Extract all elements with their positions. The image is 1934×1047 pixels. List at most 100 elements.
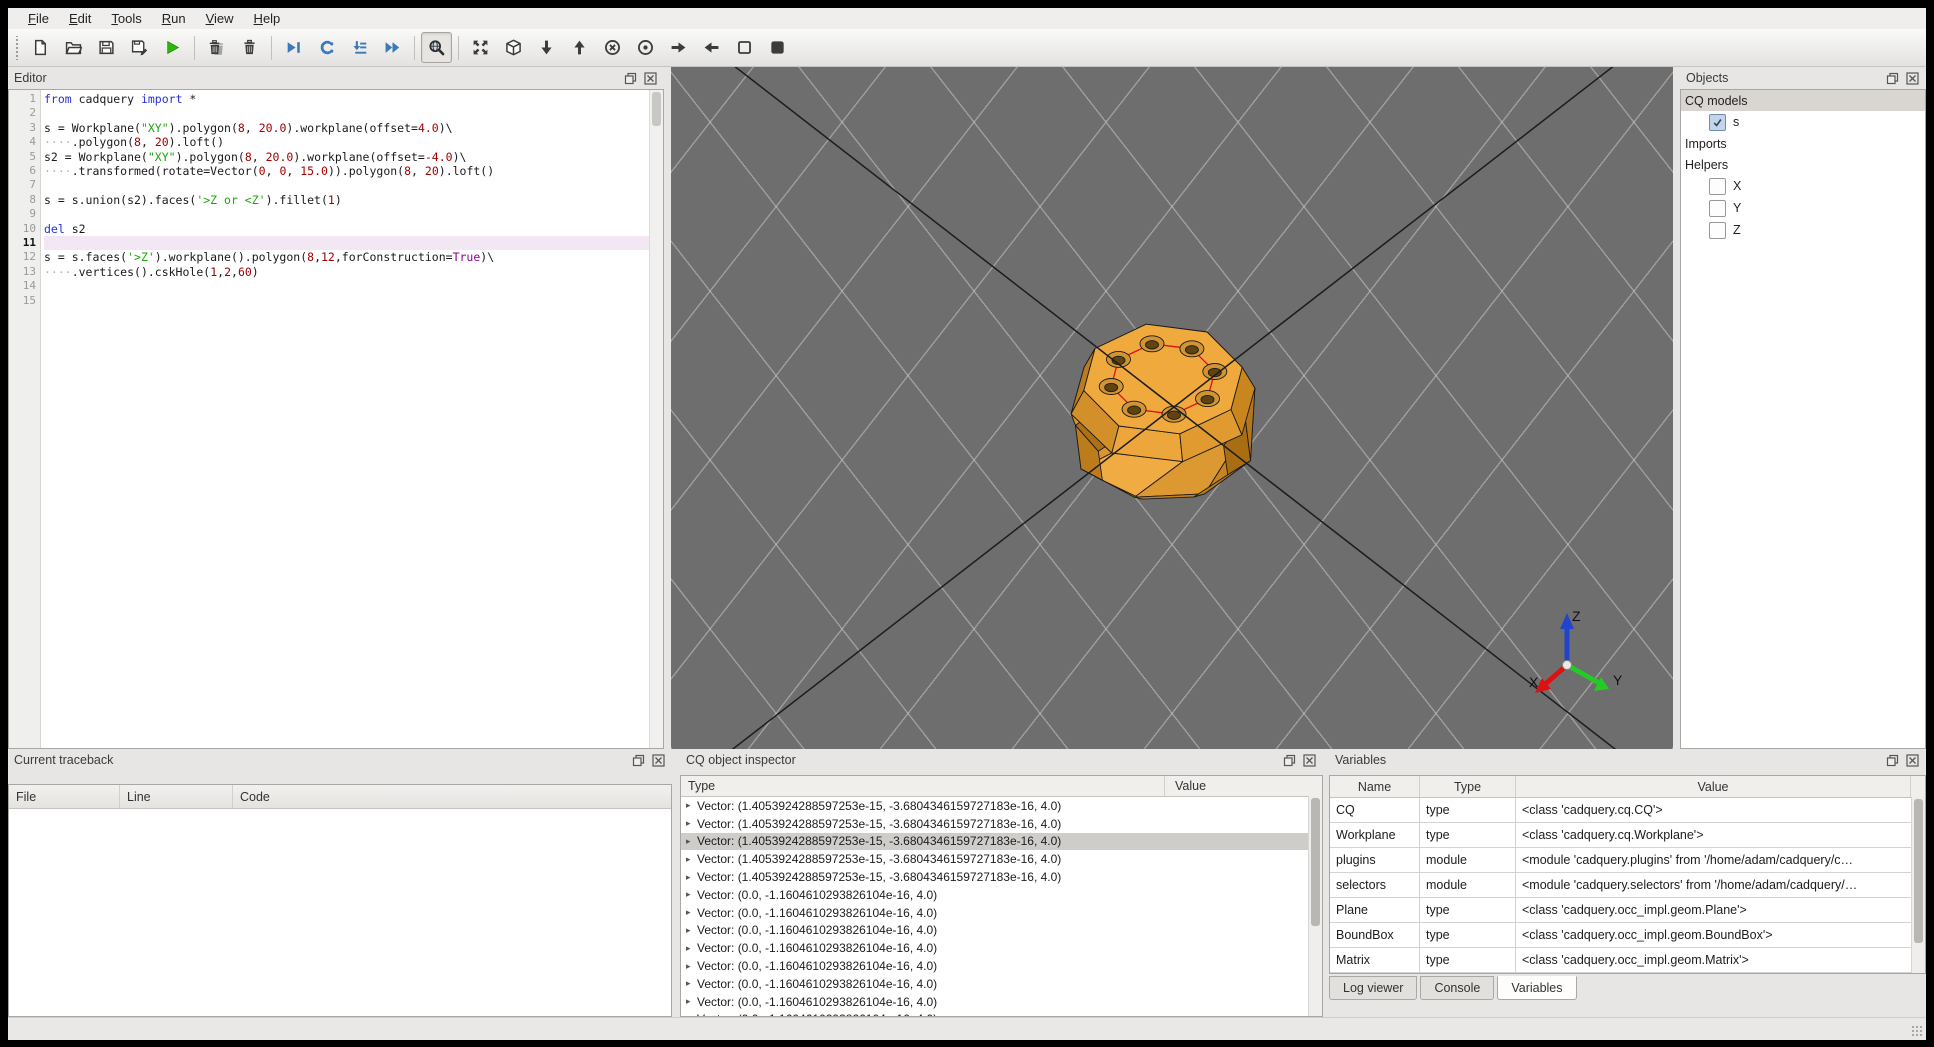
variables-column-value[interactable]: Value: [1516, 776, 1911, 797]
tree-item-y[interactable]: Y: [1681, 197, 1925, 219]
tree-item-x[interactable]: X: [1681, 175, 1925, 197]
checkbox-unchecked[interactable]: [1709, 199, 1726, 217]
code-line[interactable]: 11: [9, 236, 649, 251]
inspector-row[interactable]: ▸ Vector: (1.4053924288597253e-15, -3.680…: [681, 868, 1322, 886]
code-line[interactable]: 3 s = Workplane("XY").polygon(8, 20.0).wo…: [9, 121, 649, 135]
menu-help[interactable]: Help: [244, 9, 291, 28]
splitter[interactable]: [664, 67, 671, 749]
front-view-button[interactable]: [597, 32, 628, 63]
code-line[interactable]: 7: [9, 178, 649, 192]
expand-arrow-icon[interactable]: ▸: [686, 943, 697, 954]
tab-log-viewer[interactable]: Log viewer: [1329, 976, 1418, 1000]
inspector-row[interactable]: ▸ Vector: (1.4053924288597253e-15, -3.680…: [681, 797, 1322, 815]
splitter[interactable]: [1673, 67, 1680, 749]
tree-item-s[interactable]: s: [1681, 111, 1925, 133]
code-line[interactable]: 13 ····.vertices().cskHole(1,2,60): [9, 265, 649, 279]
bottom-view-button[interactable]: [564, 32, 595, 63]
float-icon[interactable]: [1885, 753, 1900, 768]
right-view-button[interactable]: [663, 32, 694, 63]
code-line[interactable]: 6 ····.transformed(rotate=Vector(0, 0, 15…: [9, 164, 649, 178]
checkbox-unchecked[interactable]: [1709, 177, 1726, 195]
variables-column-type[interactable]: Type: [1420, 776, 1516, 797]
inspector-row[interactable]: ▸Vector: (0.0, -1.1604610293826104e-16, …: [681, 939, 1322, 957]
left-view-button[interactable]: [696, 32, 727, 63]
variable-row-plane[interactable]: Plane type <class 'cadquery.occ_impl.geom.…: [1330, 898, 1925, 923]
close-icon[interactable]: [643, 71, 658, 86]
expand-arrow-icon[interactable]: ▸: [686, 961, 697, 972]
top-view-button[interactable]: [531, 32, 562, 63]
inspector-row[interactable]: ▸Vector: (0.0, -1.1604610293826104e-16, …: [681, 975, 1322, 993]
tree-item-z[interactable]: Z: [1681, 219, 1925, 241]
variables-scrollbar[interactable]: [1911, 797, 1925, 973]
inspector-row[interactable]: ▸Vector: (0.0, -1.1604610293826104e-16, …: [681, 886, 1322, 904]
tab-variables[interactable]: Variables: [1497, 976, 1577, 1000]
toolbar-handle[interactable]: [14, 35, 20, 60]
inspector-row[interactable]: ▸ Vector: (1.4053924288597253e-15, -3.680…: [681, 815, 1322, 833]
variable-row-boundbox[interactable]: BoundBox type <class 'cadquery.occ_impl.ge…: [1330, 923, 1925, 948]
open-file-button[interactable]: [58, 32, 89, 63]
close-icon[interactable]: [1302, 753, 1317, 768]
fit-view-button[interactable]: [465, 32, 496, 63]
code-line[interactable]: 1 from cadquery import *: [9, 92, 649, 106]
float-icon[interactable]: [623, 71, 638, 86]
inspector-scrollbar[interactable]: [1308, 796, 1322, 1016]
menu-file[interactable]: File: [18, 9, 59, 28]
tree-group-imports[interactable]: Imports: [1681, 133, 1925, 154]
expand-arrow-icon[interactable]: ▸: [686, 854, 697, 865]
step-into-button[interactable]: [344, 32, 375, 63]
code-editor[interactable]: 1 from cadquery import * 2 3 s = Workplane(…: [8, 89, 664, 749]
inspector-row[interactable]: ▸Vector: (0.0, -1.1604610293826104e-16, …: [681, 1011, 1322, 1016]
resize-grip[interactable]: [1911, 1025, 1923, 1037]
expand-arrow-icon[interactable]: ▸: [686, 800, 697, 811]
traceback-column-line[interactable]: Line: [120, 785, 233, 808]
continue-button[interactable]: [377, 32, 408, 63]
expand-arrow-icon[interactable]: ▸: [686, 1014, 697, 1016]
editor-scrollbar[interactable]: [649, 90, 663, 748]
expand-arrow-icon[interactable]: ▸: [686, 818, 697, 829]
code-line[interactable]: 9: [9, 207, 649, 221]
variable-row-selectors[interactable]: selectors module <module 'cadquery.selecto…: [1330, 873, 1925, 898]
variables-column-name[interactable]: Name: [1330, 776, 1420, 797]
close-icon[interactable]: [651, 753, 666, 768]
screenshot-button[interactable]: [421, 32, 452, 63]
expand-arrow-icon[interactable]: ▸: [686, 978, 697, 989]
inspector-row[interactable]: ▸Vector: (0.0, -1.1604610293826104e-16, …: [681, 993, 1322, 1011]
traceback-column-file[interactable]: File: [9, 785, 120, 808]
iso-view-button[interactable]: [498, 32, 529, 63]
back-view-button[interactable]: [630, 32, 661, 63]
tab-console[interactable]: Console: [1420, 976, 1495, 1000]
expand-arrow-icon[interactable]: ▸: [686, 907, 697, 918]
menu-edit[interactable]: Edit: [59, 9, 101, 28]
checkbox-unchecked[interactable]: [1709, 221, 1726, 239]
wireframe-button[interactable]: [729, 32, 760, 63]
inspector-row[interactable]: ▸ Vector: (1.4053924288597253e-15, -3.680…: [681, 832, 1322, 851]
variable-row-workplane[interactable]: Workplane type <class 'cadquery.cq.Workpla…: [1330, 823, 1925, 848]
save-button[interactable]: [91, 32, 122, 63]
code-line[interactable]: 15: [9, 294, 649, 308]
menu-tools[interactable]: Tools: [101, 9, 151, 28]
inspector-column-type[interactable]: Type: [681, 776, 1165, 796]
delete-button[interactable]: [201, 32, 232, 63]
close-icon[interactable]: [1905, 71, 1920, 86]
delete-all-button[interactable]: [234, 32, 265, 63]
inspector-row[interactable]: ▸ Vector: (1.4053924288597253e-15, -3.680…: [681, 850, 1322, 868]
render-button[interactable]: [157, 32, 188, 63]
tree-group-helpers[interactable]: Helpers: [1681, 154, 1925, 175]
step-button[interactable]: [311, 32, 342, 63]
expand-arrow-icon[interactable]: ▸: [686, 836, 697, 847]
code-line[interactable]: 8 s = s.union(s2).faces('>Z or <Z').fille…: [9, 193, 649, 207]
inspector-row[interactable]: ▸Vector: (0.0, -1.1604610293826104e-16, …: [681, 957, 1322, 975]
inspector-column-value[interactable]: Value: [1165, 776, 1322, 796]
code-line[interactable]: 5 s2 = Workplane("XY").polygon(8, 20.0).w…: [9, 150, 649, 164]
float-icon[interactable]: [1885, 71, 1900, 86]
code-line[interactable]: 2: [9, 106, 649, 120]
float-icon[interactable]: [631, 753, 646, 768]
menu-view[interactable]: View: [196, 9, 244, 28]
inspector-row[interactable]: ▸Vector: (0.0, -1.1604610293826104e-16, …: [681, 904, 1322, 922]
expand-arrow-icon[interactable]: ▸: [686, 925, 697, 936]
code-line[interactable]: 10 del s2: [9, 222, 649, 236]
float-icon[interactable]: [1282, 753, 1297, 768]
expand-arrow-icon[interactable]: ▸: [686, 889, 697, 900]
save-as-button[interactable]: [124, 32, 155, 63]
viewport-3d[interactable]: Z X Y: [671, 67, 1673, 749]
